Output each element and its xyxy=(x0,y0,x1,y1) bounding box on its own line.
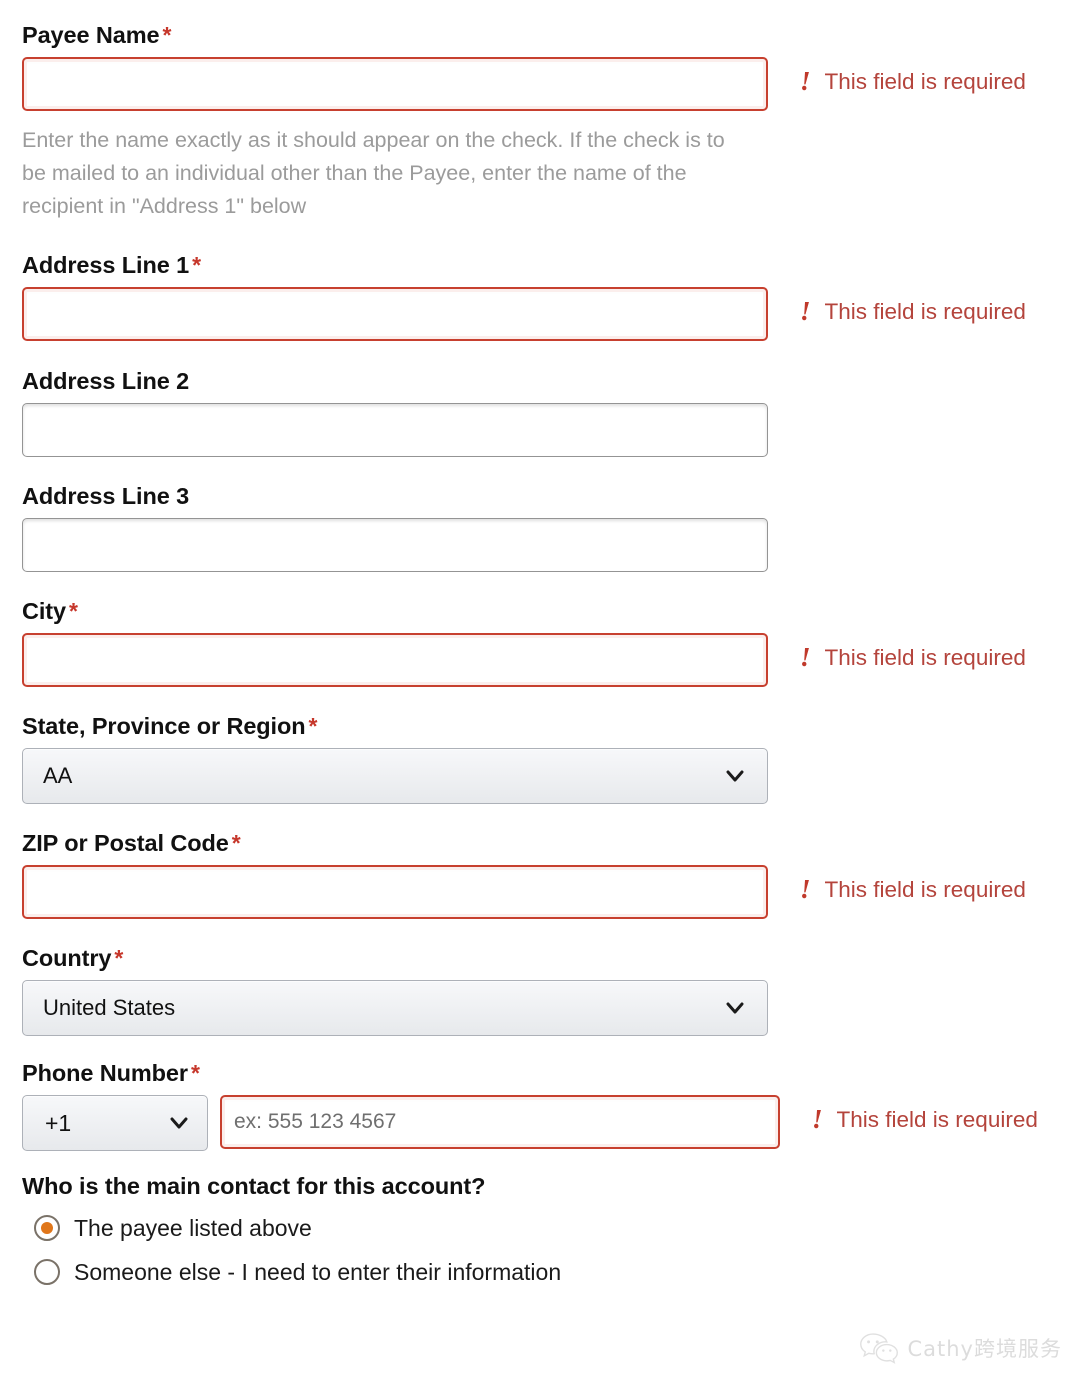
error-message-text: This field is required xyxy=(836,1107,1038,1133)
chevron-down-icon xyxy=(169,1113,189,1133)
phone-number-input[interactable] xyxy=(220,1095,780,1150)
required-asterisk: * xyxy=(308,713,318,740)
control-row-payee-name: ! This field is required xyxy=(22,57,1058,112)
required-asterisk: * xyxy=(114,945,124,972)
field-phone-number: Phone Number* +1 ! This field is require… xyxy=(22,1060,1058,1152)
radio-option-label: The payee listed above xyxy=(74,1214,312,1241)
error-city: ! This field is required xyxy=(800,633,1026,672)
radio-button-icon xyxy=(34,1259,60,1286)
error-address-line-1: ! This field is required xyxy=(800,287,1026,326)
control-row-address-line-3 xyxy=(22,518,1058,573)
label-country: Country * xyxy=(22,945,1058,972)
control-row-phone: +1 ! This field is required xyxy=(22,1095,1058,1152)
required-asterisk: * xyxy=(192,252,201,279)
label-text: State, Province or Region xyxy=(22,713,306,740)
control-row-country: United States xyxy=(22,980,1058,1037)
label-address-line-2: Address Line 2 xyxy=(22,368,1058,395)
label-text: Address Line 2 xyxy=(22,368,190,395)
control-row-state: AA xyxy=(22,748,1058,805)
error-zip-postal-code: ! This field is required xyxy=(800,865,1026,904)
required-asterisk: * xyxy=(162,22,172,48)
field-address-line-2: Address Line 2 xyxy=(22,368,1058,458)
field-payee-name: Payee Name * ! This field is required Ent… xyxy=(22,22,1058,223)
label-zip-postal-code: ZIP or Postal Code * xyxy=(22,830,1058,857)
radio-dot xyxy=(41,1222,53,1235)
label-address-line-1: Address Line 1 * xyxy=(22,252,1058,279)
label-city: City * xyxy=(22,598,1058,625)
exclamation-icon: ! xyxy=(800,66,811,97)
radio-button-icon xyxy=(34,1215,60,1242)
label-phone-number: Phone Number * xyxy=(22,1060,1058,1087)
address-line-1-input[interactable] xyxy=(22,287,768,342)
label-payee-name: Payee Name * xyxy=(22,22,1058,49)
radio-option-label: Someone else - I need to enter their inf… xyxy=(74,1258,562,1285)
field-address-line-3: Address Line 3 xyxy=(22,483,1058,573)
error-message-text: This field is required xyxy=(824,299,1026,325)
phone-country-code-select[interactable]: +1 xyxy=(22,1095,208,1152)
exclamation-icon: ! xyxy=(812,1104,823,1135)
label-address-line-3: Address Line 3 xyxy=(22,483,1058,510)
label-text: ZIP or Postal Code xyxy=(22,830,229,857)
radio-option-payee-listed-above[interactable]: The payee listed above xyxy=(22,1206,1058,1250)
radio-option-someone-else[interactable]: Someone else - I need to enter their inf… xyxy=(22,1250,1058,1294)
exclamation-icon: ! xyxy=(800,296,811,327)
control-row-address-line-2 xyxy=(22,403,1058,458)
control-row-address-line-1: ! This field is required xyxy=(22,287,1058,342)
payee-information-form: Payee Name * ! This field is required Ent… xyxy=(0,0,1080,1393)
label-text: Payee Name xyxy=(22,22,160,48)
exclamation-icon: ! xyxy=(800,874,811,905)
control-row-zip: ! This field is required xyxy=(22,865,1058,920)
helper-text-payee-name: Enter the name exactly as it should appe… xyxy=(22,128,725,219)
required-asterisk: * xyxy=(231,830,241,857)
address-line-3-input[interactable] xyxy=(22,518,768,573)
address-line-2-input[interactable] xyxy=(22,403,768,458)
field-city: City * ! This field is required xyxy=(22,598,1058,688)
label-text: Country xyxy=(22,945,112,972)
city-input[interactable] xyxy=(22,633,768,688)
field-state-province-region: State, Province or Region * AA xyxy=(22,713,1058,805)
label-state-province-region: State, Province or Region * xyxy=(22,713,1058,740)
main-contact-question-title: Who is the main contact for this account… xyxy=(22,1173,486,1200)
control-row-city: ! This field is required xyxy=(22,633,1058,688)
error-payee-name: ! This field is required xyxy=(800,57,1026,96)
error-message-text: This field is required xyxy=(824,645,1026,671)
label-text: City xyxy=(22,598,66,625)
select-value: United States xyxy=(43,995,176,1021)
field-address-line-1: Address Line 1 * ! This field is required xyxy=(22,252,1058,342)
payee-name-input[interactable] xyxy=(22,57,768,112)
exclamation-icon: ! xyxy=(800,642,811,673)
main-contact-question-group: Who is the main contact for this account… xyxy=(22,1173,1058,1294)
label-text: Address Line 1 xyxy=(22,252,190,279)
country-select[interactable]: United States xyxy=(22,980,768,1037)
field-country: Country * United States xyxy=(22,945,1058,1037)
error-phone-number: ! This field is required xyxy=(812,1095,1038,1134)
label-text: Phone Number xyxy=(22,1060,188,1087)
required-asterisk: * xyxy=(69,598,78,625)
required-asterisk: * xyxy=(190,1060,200,1087)
state-province-region-select[interactable]: AA xyxy=(22,748,768,805)
field-zip-postal-code: ZIP or Postal Code * ! This field is requ… xyxy=(22,830,1058,920)
label-text: Address Line 3 xyxy=(22,483,190,510)
zip-postal-code-input[interactable] xyxy=(22,865,768,920)
select-value: AA xyxy=(43,763,73,789)
chevron-down-icon xyxy=(725,998,745,1018)
error-message-text: This field is required xyxy=(824,877,1026,903)
error-message-text: This field is required xyxy=(824,69,1026,95)
chevron-down-icon xyxy=(725,766,745,786)
select-value: +1 xyxy=(45,1109,72,1136)
